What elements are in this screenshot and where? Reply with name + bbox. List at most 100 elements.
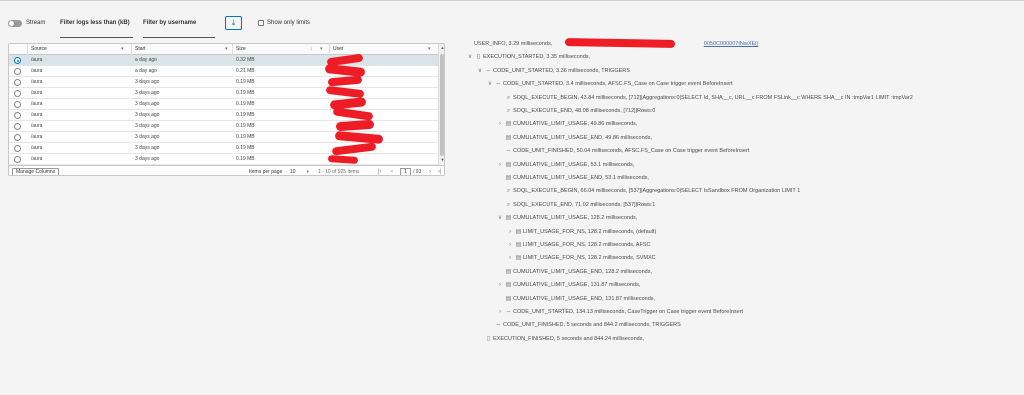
filter-icon[interactable]: ▾ xyxy=(320,44,323,55)
download-button[interactable]: ⤓ xyxy=(225,16,242,30)
tree-node[interactable]: ▤ CUMULATIVE_LIMIT_USAGE_END, 49.86 milli… xyxy=(496,133,652,143)
scrollbar-thumb[interactable] xyxy=(440,54,444,156)
cell-size: 0.32 MB xyxy=(236,57,255,63)
tree-node[interactable]: ⌕ SOQL_EXECUTE_END, 71.02 milliseconds, [… xyxy=(496,200,656,210)
prev-page-icon[interactable]: ‹ xyxy=(391,168,393,175)
chevron-right-icon[interactable]: › xyxy=(496,160,504,170)
tree-node[interactable]: › ▤ LIMIT_USAGE_FOR_NS, 128.2 milliseconds… xyxy=(506,240,650,250)
code-icon: ⇔ xyxy=(485,67,492,74)
cell-start: 3 days ago xyxy=(135,90,160,96)
tree-node[interactable]: › ▤ CUMULATIVE_LIMIT_USAGE, 131.87 millise… xyxy=(496,280,640,290)
row-radio[interactable] xyxy=(14,101,21,108)
row-radio[interactable] xyxy=(14,145,21,152)
first-page-icon[interactable]: |‹ xyxy=(378,168,382,175)
cell-size: 0.19 MB xyxy=(236,90,255,96)
tree-node[interactable]: ⌕ SOQL_EXECUTE_BEGIN, 43.84 milliseconds,… xyxy=(496,93,913,103)
top-divider xyxy=(0,0,1024,1)
row-radio[interactable] xyxy=(14,156,21,163)
tree-node[interactable]: ▤ CUMULATIVE_LIMIT_USAGE_END, 128.2 milli… xyxy=(496,267,652,277)
cell-source: /aura xyxy=(31,101,43,107)
tree-node[interactable]: ▤ CUMULATIVE_LIMIT_USAGE_END, 53.1 millis… xyxy=(496,173,649,183)
chevron-right-icon[interactable]: › xyxy=(496,119,504,129)
tree-node[interactable]: › ▤ CUMULATIVE_LIMIT_USAGE, 49.86 millisec… xyxy=(496,119,637,129)
chevron-right-icon[interactable]: › xyxy=(506,227,514,237)
filter-icon[interactable]: ▾ xyxy=(121,44,124,55)
sort-icon[interactable]: ↓ xyxy=(310,44,313,55)
tree-node[interactable]: ⌕ SOQL_EXECUTE_BEGIN, 66.04 milliseconds,… xyxy=(496,186,800,196)
next-page-icon[interactable]: › xyxy=(429,168,431,175)
search-icon: ⌕ xyxy=(506,201,511,208)
chevron-right-icon[interactable]: › xyxy=(496,307,504,317)
table-icon: ▤ xyxy=(515,255,522,262)
scroll-down-icon[interactable]: ▼ xyxy=(439,157,444,162)
page-input[interactable]: 1 xyxy=(400,168,411,175)
chevron-down-icon[interactable]: ∨ xyxy=(496,213,504,223)
tree-node[interactable]: ∨ ⇔ CODE_UNIT_STARTED, 3.4 milliseconds, A… xyxy=(486,79,733,89)
table-icon: ▤ xyxy=(505,282,512,289)
table-row[interactable]: /aura 3 days ago 0.19 MB xyxy=(9,99,438,110)
table-row[interactable]: /aura 3 days ago 0.19 MB xyxy=(9,154,438,165)
manage-columns-button[interactable]: Manage Columns xyxy=(12,168,60,175)
table-row[interactable]: /aura 3 days ago 0.19 MB xyxy=(9,88,438,99)
column-header-user[interactable]: User xyxy=(329,44,438,55)
filter-icon[interactable]: ▾ xyxy=(225,44,228,55)
row-radio[interactable] xyxy=(14,134,21,141)
row-radio[interactable] xyxy=(14,112,21,119)
user-link[interactable]: 0050C000007tNwXEi) xyxy=(704,41,758,47)
table-row[interactable]: /aura a day ago 0.21 MB xyxy=(9,66,438,77)
toggle-knob xyxy=(9,21,14,26)
filter-icon[interactable]: ▾ xyxy=(428,44,431,55)
stream-toggle[interactable] xyxy=(8,20,22,27)
row-radio[interactable] xyxy=(14,57,21,64)
table-row[interactable]: /aura 3 days ago 0.19 MB xyxy=(9,110,438,121)
cell-source: /aura xyxy=(31,79,43,85)
tree-node-text: CODE_UNIT_STARTED, 3.4 milliseconds, AFS… xyxy=(503,81,733,88)
tree-node[interactable]: › ▤ CUMULATIVE_LIMIT_USAGE, 53.1 milliseco… xyxy=(496,160,634,170)
filter-size-label: Filter logs less than (kB) xyxy=(60,20,130,26)
scroll-up-icon[interactable]: ▲ xyxy=(439,45,444,50)
cell-size: 0.19 MB xyxy=(236,156,255,162)
tree-node[interactable]: ⇔ CODE_UNIT_FINISHED, 5 seconds and 844.2… xyxy=(486,320,681,330)
column-header-start[interactable]: Start xyxy=(131,44,235,55)
chevron-right-icon[interactable]: › xyxy=(506,240,514,250)
tree-node[interactable]: › ▤ LIMIT_USAGE_FOR_NS, 128.2 milliseconds… xyxy=(506,227,656,237)
table-row[interactable]: /aura a day ago 0.32 MB xyxy=(9,55,438,66)
last-page-icon[interactable]: ›| xyxy=(438,168,442,175)
table-row[interactable]: /aura 3 days ago 0.19 MB xyxy=(9,77,438,88)
cell-start: 3 days ago xyxy=(135,112,160,118)
show-only-limits-label: Show only limits xyxy=(267,20,311,26)
row-radio[interactable] xyxy=(14,90,21,97)
code-icon: ⇔ xyxy=(495,322,502,329)
tree-node-text: USER_INFO, 3.29 milliseconds, xyxy=(474,41,553,47)
tree-node[interactable]: ⌕ SOQL_EXECUTE_END, 48.08 milliseconds, [… xyxy=(496,106,656,116)
row-radio[interactable] xyxy=(14,79,21,86)
chevron-right-icon[interactable]: › xyxy=(496,280,504,290)
chevron-right-icon[interactable]: › xyxy=(506,253,514,263)
items-per-page-select[interactable]: 10 ▾ xyxy=(290,168,310,175)
tree-node[interactable]: › ⇔ CODE_UNIT_STARTED, 134.13 milliseconds… xyxy=(496,307,743,317)
column-header-source[interactable]: Source xyxy=(27,44,131,55)
chevron-down-icon[interactable]: ∨ xyxy=(486,79,494,89)
chevron-down-icon[interactable]: ∨ xyxy=(466,52,474,62)
tree-node[interactable]: › ▤ LIMIT_USAGE_FOR_NS, 128.2 milliseconds… xyxy=(506,253,656,263)
row-radio[interactable] xyxy=(14,68,21,75)
tree-node[interactable]: ▯ EXECUTION_FINISHED, 5 seconds and 844.2… xyxy=(476,334,644,344)
column-label: Start xyxy=(135,46,146,52)
tree-node[interactable]: ∨ ⇔ CODE_UNIT_STARTED, 3.36 milliseconds, … xyxy=(476,66,630,76)
row-radio[interactable] xyxy=(14,123,21,130)
table-icon: ▤ xyxy=(505,161,512,168)
vertical-scrollbar[interactable]: ▲ ▼ xyxy=(438,44,444,165)
tree-node[interactable]: ⇔ CODE_UNIT_FINISHED, 50.04 milliseconds,… xyxy=(496,146,750,156)
tree-node[interactable]: ∨ ▯ EXECUTION_STARTED, 3.35 milliseconds, xyxy=(466,52,590,62)
tree-node[interactable]: ▤ CUMULATIVE_LIMIT_USAGE_END, 131.87 mill… xyxy=(496,294,655,304)
filter-user-input[interactable]: Filter by username xyxy=(143,12,215,38)
table-icon: ▤ xyxy=(505,121,512,128)
filter-size-input[interactable]: Filter logs less than (kB) xyxy=(60,12,133,38)
tree-node[interactable]: USER_INFO, 3.29 milliseconds, 0050C00000… xyxy=(466,39,758,49)
show-only-limits-checkbox[interactable] xyxy=(258,20,264,26)
table-icon: ▤ xyxy=(505,295,512,302)
column-header-size[interactable]: Size xyxy=(232,44,329,55)
tree-node[interactable]: ∨ ▤ CUMULATIVE_LIMIT_USAGE, 128.2 millisec… xyxy=(496,213,638,223)
cell-source: /aura xyxy=(31,68,43,74)
chevron-down-icon[interactable]: ∨ xyxy=(476,66,484,76)
